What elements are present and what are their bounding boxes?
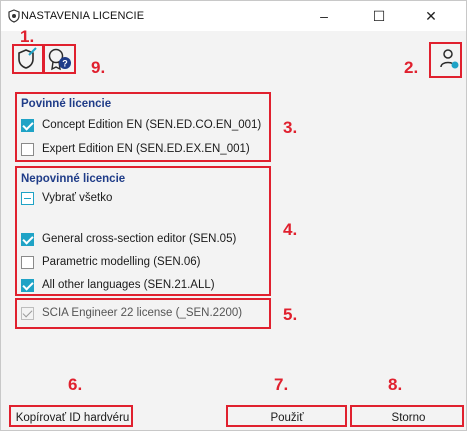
callout-number-1: 1. xyxy=(20,27,35,46)
callout-number-2: 2. xyxy=(404,58,419,77)
window-title: NASTAVENIA LICENCIE xyxy=(21,10,145,22)
callout-box-2 xyxy=(429,42,462,78)
close-button[interactable]: ✕ xyxy=(411,5,451,27)
callout-box-3 xyxy=(15,92,271,162)
callout-number-8: 8. xyxy=(388,375,403,394)
callout-number-9: 9. xyxy=(91,58,106,77)
callout-box-4 xyxy=(15,166,271,296)
callout-box-1 xyxy=(12,44,44,74)
callout-number-6: 6. xyxy=(68,375,83,394)
title-bar: NASTAVENIA LICENCIE – ☐ ✕ xyxy=(1,1,466,31)
callout-number-3: 3. xyxy=(283,118,298,137)
callout-box-9 xyxy=(43,44,76,74)
callout-box-7 xyxy=(226,405,347,427)
callout-number-4: 4. xyxy=(283,220,298,239)
callout-box-5 xyxy=(15,298,271,329)
callout-box-6 xyxy=(9,405,133,427)
minimize-button[interactable]: – xyxy=(304,5,344,27)
maximize-button[interactable]: ☐ xyxy=(359,5,399,27)
callout-box-8 xyxy=(350,405,464,427)
callout-number-5: 5. xyxy=(283,305,298,324)
shield-icon xyxy=(8,9,20,23)
callout-number-7: 7. xyxy=(274,375,289,394)
